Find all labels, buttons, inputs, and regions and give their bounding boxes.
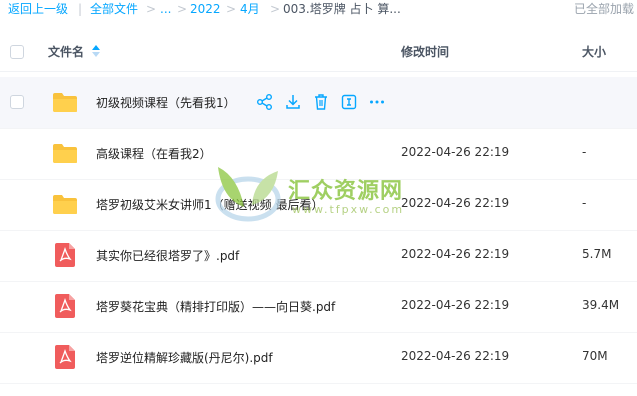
- breadcrumb-all-files[interactable]: 全部文件: [90, 0, 138, 18]
- breadcrumb-ellipsis[interactable]: ...: [160, 0, 171, 18]
- select-all-checkbox[interactable]: [10, 45, 24, 59]
- breadcrumb-arrow: >: [177, 2, 188, 16]
- breadcrumb-arrow: >: [146, 2, 157, 16]
- load-status: 已全部加载: [574, 2, 635, 16]
- table-header: 文件名 修改时间 大小: [0, 33, 637, 72]
- breadcrumb-current: 003.塔罗牌 占卜 算...: [283, 2, 401, 16]
- file-size: -: [582, 196, 587, 210]
- breadcrumb-year[interactable]: 2022: [190, 0, 221, 18]
- pdf-icon: [55, 243, 75, 267]
- file-date: 2022-04-26 22:19: [401, 247, 510, 261]
- file-date: 2022-04-26 22:19: [401, 298, 510, 312]
- folder-icon: [53, 144, 77, 163]
- file-date: 2022-04-26 22:19: [401, 349, 510, 363]
- table-row[interactable]: 其实你已经很塔罗了》.pdf 2022-04-26 22:19 5.7M: [0, 230, 637, 282]
- table-row[interactable]: 塔罗初级艾米女讲师1（赠送视频 最后看） 2022-04-26 22:19 -: [0, 179, 637, 231]
- more-icon[interactable]: [368, 93, 386, 111]
- breadcrumb-arrow: >: [226, 2, 237, 16]
- file-size: 70M: [582, 349, 608, 363]
- file-name[interactable]: 高级课程（在看我2）: [96, 145, 212, 162]
- breadcrumb-month[interactable]: 4月: [240, 0, 260, 18]
- rename-icon[interactable]: [340, 93, 358, 111]
- column-name[interactable]: 文件名: [48, 43, 84, 60]
- file-size: 39.4M: [582, 298, 620, 312]
- file-name[interactable]: 初级视频课程（先看我1）: [96, 94, 236, 111]
- file-date: 2022-04-26 22:19: [401, 196, 510, 210]
- file-name[interactable]: 其实你已经很塔罗了》.pdf: [96, 247, 239, 264]
- breadcrumb-divider: |: [78, 2, 83, 16]
- file-name[interactable]: 塔罗逆位精解珍藏版(丹尼尔).pdf: [96, 349, 273, 366]
- folder-icon: [53, 93, 77, 112]
- folder-icon: [53, 195, 77, 214]
- download-icon[interactable]: [284, 93, 302, 111]
- column-size[interactable]: 大小: [582, 43, 606, 60]
- back-link[interactable]: 返回上一级: [8, 0, 68, 18]
- sort-icon[interactable]: [92, 45, 100, 57]
- file-size: 5.7M: [582, 247, 612, 261]
- table-row[interactable]: 初级视频课程（先看我1）: [0, 77, 637, 129]
- file-date: 2022-04-26 22:19: [401, 145, 510, 159]
- delete-icon[interactable]: [312, 93, 330, 111]
- pdf-icon: [55, 294, 75, 318]
- table-row[interactable]: 塔罗逆位精解珍藏版(丹尼尔).pdf 2022-04-26 22:19 70M: [0, 332, 637, 384]
- breadcrumb-arrow: >: [270, 2, 281, 16]
- table-row[interactable]: 塔罗葵花宝典（精排打印版）——向日葵.pdf 2022-04-26 22:19 …: [0, 281, 637, 333]
- file-size: -: [582, 145, 587, 159]
- share-icon[interactable]: [256, 93, 274, 111]
- pdf-icon: [55, 345, 75, 369]
- breadcrumb: 返回上一级 | 全部文件 > ... > 2022 > 4月 > 003.塔罗牌…: [0, 0, 637, 18]
- table-row[interactable]: 高级课程（在看我2） 2022-04-26 22:19 -: [0, 128, 637, 180]
- file-name[interactable]: 塔罗初级艾米女讲师1（赠送视频 最后看）: [96, 196, 323, 213]
- row-checkbox[interactable]: [10, 95, 24, 109]
- column-modified[interactable]: 修改时间: [401, 43, 449, 60]
- file-name[interactable]: 塔罗葵花宝典（精排打印版）——向日葵.pdf: [96, 298, 335, 315]
